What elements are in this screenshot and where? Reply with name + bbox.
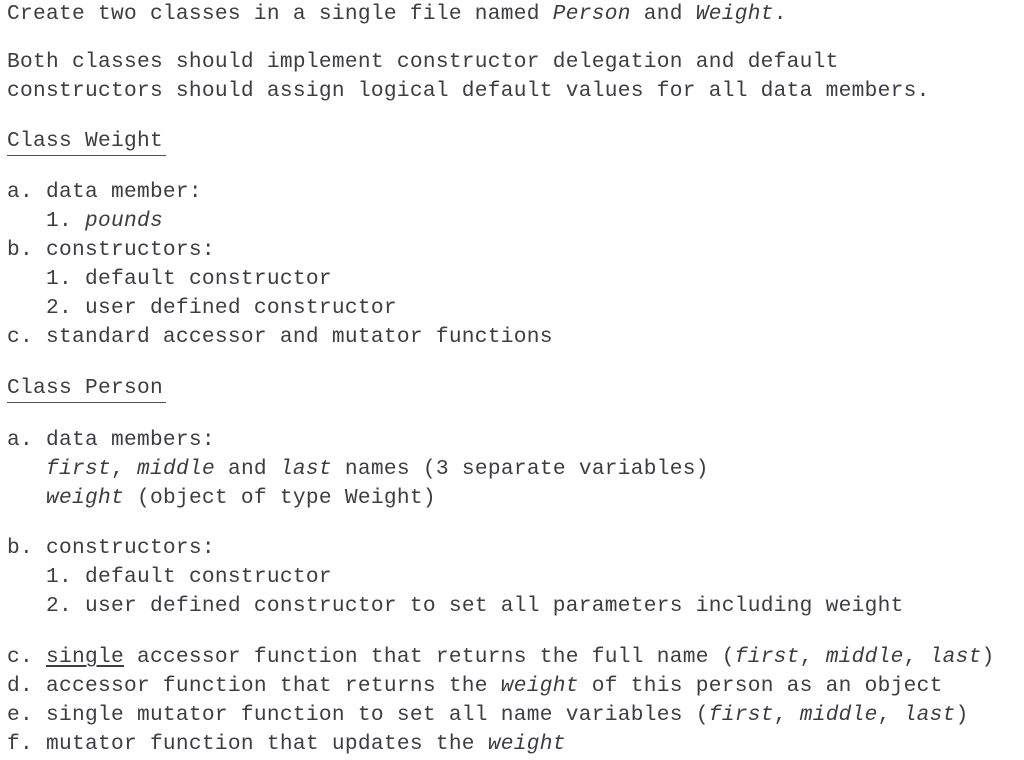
person-item-e: e. single mutator function to set all na… [7, 703, 969, 727]
weight-item-b: b. constructors: [7, 238, 215, 262]
data-member-middle: middle [136, 457, 215, 481]
person-item-e-text-pre: e. single mutator function to set all na… [7, 703, 709, 727]
intro-text-and: and [630, 2, 696, 26]
param-weight-f: weight [487, 732, 566, 756]
person-item-d: d. accessor function that returns the we… [7, 674, 943, 698]
weight-item-a: a. data member: [7, 180, 202, 204]
section-heading-class-person: Class Person [7, 376, 166, 403]
data-member-pounds: pounds [84, 209, 163, 233]
intro-text-period: . [773, 2, 787, 26]
person-item-b: b. constructors: [7, 536, 215, 560]
intro-text-lead: Create two classes in a single file name… [7, 2, 553, 26]
section-heading-class-weight: Class Weight [7, 129, 166, 156]
person-item-e-close-paren: ) [955, 703, 969, 727]
param-separator-c1: , [799, 645, 826, 669]
names-separator-1: , [110, 457, 137, 481]
param-middle-e: middle [799, 703, 878, 727]
data-member-last: last [279, 457, 332, 481]
person-item-c-text: accessor function that returns the full … [123, 645, 735, 669]
person-item-f-text-pre: f. mutator function that updates the [7, 732, 488, 756]
weight-item-b-2: 2. user defined constructor [46, 296, 397, 320]
weight-item-a-1-number: 1. [46, 209, 85, 233]
person-item-a-weight: weight (object of type Weight) [46, 486, 436, 510]
person-item-c: c. single accessor function that returns… [7, 645, 995, 669]
param-middle: middle [825, 645, 904, 669]
section-heading-class-person-text: Class Person [7, 376, 166, 403]
person-item-d-text-pre: d. accessor function that returns the [7, 674, 501, 698]
intro-line-2: Both classes should implement constructo… [7, 50, 839, 74]
intro-line-1: Create two classes in a single file name… [7, 2, 787, 26]
person-item-c-close-paren: ) [981, 645, 995, 669]
person-item-a-names: first, middle and last names (3 separate… [46, 457, 709, 481]
class-name-weight: Weight [695, 2, 774, 26]
emphasis-single: single [45, 645, 124, 669]
person-item-d-text-post: of this person as an object [578, 674, 943, 698]
param-last-e: last [903, 703, 956, 727]
param-separator-e2: , [877, 703, 904, 727]
data-member-weight: weight [46, 486, 124, 510]
class-name-person: Person [552, 2, 631, 26]
data-member-first: first [46, 457, 111, 481]
weight-item-a-1: 1. pounds [46, 209, 163, 233]
names-trailing-text: names (3 separate variables) [331, 457, 709, 481]
param-separator-c2: , [903, 645, 930, 669]
intro-line-3: constructors should assign logical defau… [7, 79, 930, 103]
person-item-c-label: c. [7, 645, 46, 669]
param-last: last [929, 645, 982, 669]
weight-type-annotation: (object of type Weight) [123, 486, 436, 510]
weight-item-b-1: 1. default constructor [46, 267, 332, 291]
person-item-b-1: 1. default constructor [46, 565, 332, 589]
names-conjunction: and [214, 457, 280, 481]
weight-item-c: c. standard accessor and mutator functio… [7, 325, 553, 349]
section-heading-class-weight-text: Class Weight [7, 129, 166, 156]
person-item-b-2: 2. user defined constructor to set all p… [46, 594, 904, 618]
param-first: first [734, 645, 800, 669]
document-body: Create two classes in a single file name… [0, 0, 1024, 760]
param-weight-d: weight [500, 674, 579, 698]
person-item-f: f. mutator function that updates the wei… [7, 732, 566, 756]
param-first-e: first [708, 703, 774, 727]
person-item-a: a. data members: [7, 428, 215, 452]
param-separator-e1: , [773, 703, 800, 727]
